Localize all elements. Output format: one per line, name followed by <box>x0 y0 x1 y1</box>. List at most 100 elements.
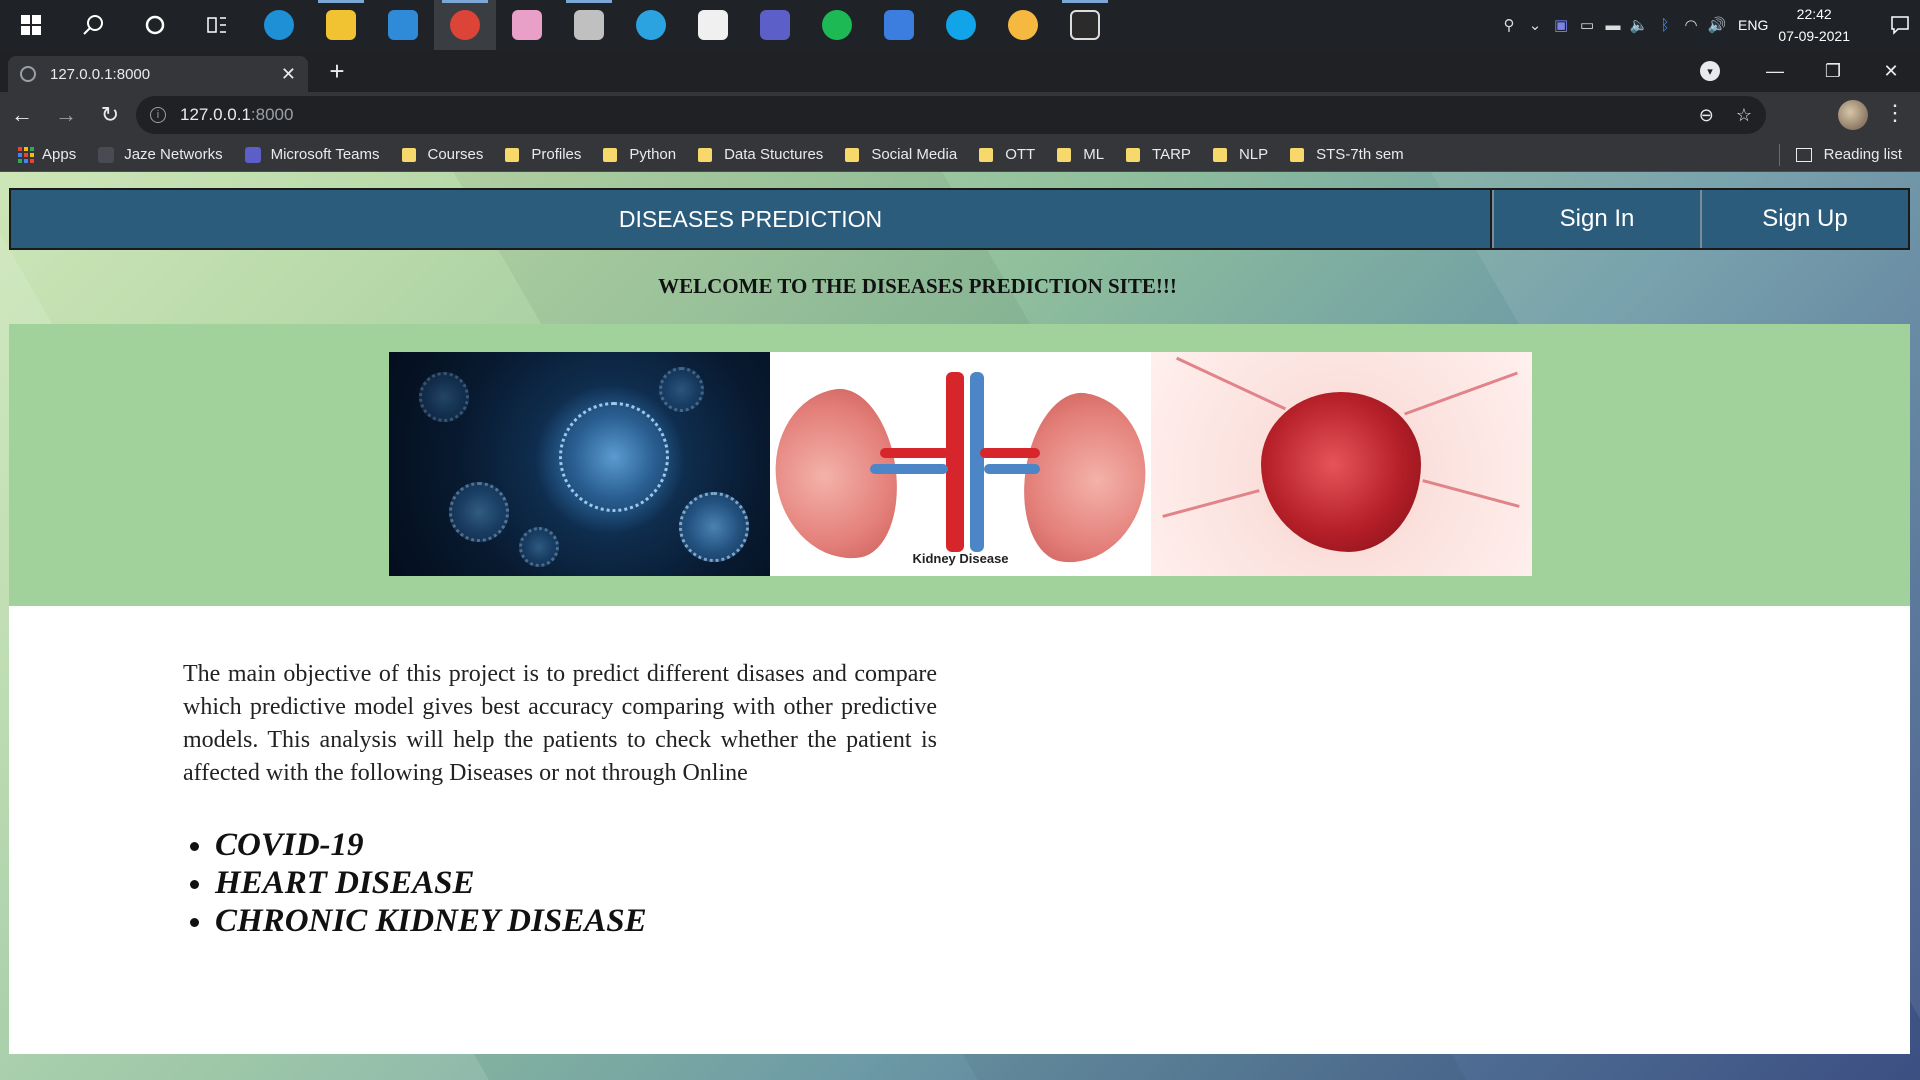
new-tab-button[interactable]: + <box>322 56 352 86</box>
zoom-icon[interactable]: ⊖ <box>1699 105 1714 126</box>
taskbar-todo-button[interactable] <box>868 0 930 50</box>
search-icon <box>83 15 103 35</box>
forward-icon[interactable]: → <box>44 95 88 135</box>
bookmark-python[interactable]: Python <box>603 146 676 163</box>
browser-toolbar: ← → ↻ i 127.0.0.1:8000 ⊖ ☆ ⋮ <box>0 92 1920 138</box>
bookmark-tarp[interactable]: TARP <box>1126 146 1191 163</box>
task-view-button[interactable] <box>186 0 248 50</box>
notification-button[interactable] <box>1880 0 1920 50</box>
notification-icon <box>1891 16 1909 35</box>
weather-icon <box>1008 10 1038 40</box>
close-tab-icon[interactable]: ✕ <box>281 64 296 85</box>
reload-icon[interactable]: ↻ <box>88 95 132 135</box>
taskbar-telegram-button[interactable] <box>620 0 682 50</box>
reading-list-icon <box>1795 147 1812 162</box>
taskbar-paint-3d-button[interactable] <box>496 0 558 50</box>
virus-particle <box>679 492 749 562</box>
wifi-icon[interactable]: ◠ <box>1678 0 1704 50</box>
address-bar[interactable]: i 127.0.0.1:8000 ⊖ ☆ <box>136 96 1766 134</box>
bookmark-favicon-icon <box>244 146 261 163</box>
taskbar-teams-button[interactable] <box>744 0 806 50</box>
virus-particle <box>419 372 469 422</box>
bookmark-label: Profiles <box>531 146 582 163</box>
reading-list-label: Reading list <box>1823 146 1902 163</box>
cortana-icon <box>145 15 165 35</box>
bookmark-label: Microsoft Teams <box>270 146 380 163</box>
search-button[interactable] <box>62 0 124 50</box>
tab-search-icon[interactable]: ▾ <box>1700 61 1720 81</box>
clock[interactable]: 22:42 07-09-2021 <box>1778 3 1850 47</box>
store-icon <box>698 10 728 40</box>
bookmark-microsoft-teams[interactable]: Microsoft Teams <box>244 146 380 163</box>
sign-up-link[interactable]: Sign Up <box>1700 190 1908 248</box>
teams-tray-icon[interactable]: ▣ <box>1548 0 1574 50</box>
folder-icon <box>979 147 994 162</box>
cortana-button[interactable] <box>124 0 186 50</box>
taskbar-weather-button[interactable] <box>992 0 1054 50</box>
meet-now-icon[interactable]: ▭ <box>1574 0 1600 50</box>
virus-particle <box>519 527 559 567</box>
chevron-up-icon[interactable]: ⌄ <box>1522 0 1548 50</box>
menu-icon[interactable]: ⋮ <box>1884 100 1906 126</box>
sign-in-link[interactable]: Sign In <box>1492 190 1700 248</box>
back-icon[interactable]: ← <box>0 95 44 135</box>
vena-cava <box>970 372 984 552</box>
taskbar-spotify-button[interactable] <box>806 0 868 50</box>
bookmark-profiles[interactable]: Profiles <box>505 146 581 163</box>
bookmark-ott[interactable]: OTT <box>979 146 1035 163</box>
covid-virus-image <box>389 352 770 576</box>
bluetooth-icon[interactable]: ᛒ <box>1652 0 1678 50</box>
restore-icon[interactable]: ❐ <box>1804 61 1862 82</box>
settings-icon <box>574 10 604 40</box>
people-icon[interactable]: ⚲ <box>1496 0 1522 50</box>
taskbar-store-button[interactable] <box>682 0 744 50</box>
bookmark-label: Jaze Networks <box>124 146 223 163</box>
virus-particle <box>659 367 704 412</box>
language-indicator[interactable]: ENG <box>1738 17 1768 33</box>
speaker-icon[interactable]: 🔈 <box>1626 0 1652 50</box>
start-button[interactable] <box>0 0 62 50</box>
system-tray: ⚲ ⌄ ▣ ▭ ▬ 🔈 ᛒ ◠ 🔊 ENG 22:42 07-09-2021 <box>1496 0 1920 50</box>
profile-avatar[interactable] <box>1838 100 1868 130</box>
tab-title: 127.0.0.1:8000 <box>50 65 151 83</box>
taskbar-chrome-button[interactable] <box>434 0 496 50</box>
bookmark-ml[interactable]: ML <box>1057 146 1104 163</box>
close-window-icon[interactable]: ✕ <box>1862 61 1920 82</box>
bookmark-label: ML <box>1083 146 1105 163</box>
task-view-icon <box>207 17 226 33</box>
bookmark-label: Apps <box>42 146 77 163</box>
volume-icon[interactable]: 🔊 <box>1704 0 1730 50</box>
folder-icon <box>1212 147 1227 162</box>
blood-vessel <box>1404 371 1518 416</box>
browser-tab[interactable]: 127.0.0.1:8000 ✕ <box>8 56 308 92</box>
bookmark-jaze-networks[interactable]: Jaze Networks <box>98 146 223 163</box>
blood-vessel <box>1175 356 1287 411</box>
virus-particle <box>449 482 509 542</box>
objective-paragraph: The main objective of this project is to… <box>183 661 937 786</box>
heart-shape <box>1261 392 1421 552</box>
bookmark-apps[interactable]: Apps <box>18 146 76 163</box>
globe-icon <box>20 66 36 82</box>
bookmark-nlp[interactable]: NLP <box>1212 146 1268 163</box>
bookmark-courses[interactable]: Courses <box>401 146 484 163</box>
taskbar-skype-button[interactable] <box>930 0 992 50</box>
bookmark-label: STS-7th sem <box>1316 146 1404 163</box>
bookmark-data-stuctures[interactable]: Data Stuctures <box>698 146 823 163</box>
telegram-icon <box>636 10 666 40</box>
bookmark-label: Courses <box>427 146 484 163</box>
taskbar-edge-button[interactable] <box>248 0 310 50</box>
taskbar-settings-button[interactable] <box>558 0 620 50</box>
minimize-icon[interactable]: — <box>1746 61 1804 82</box>
taskbar-mail-button[interactable] <box>372 0 434 50</box>
disease-item-heart: HEART DISEASE <box>215 864 647 902</box>
taskbar-file-explorer-button[interactable] <box>310 0 372 50</box>
bookmark-social-media[interactable]: Social Media <box>845 146 957 163</box>
taskbar-terminal-button[interactable] <box>1054 0 1116 50</box>
site-navbar: DISEASES PREDICTION Sign In Sign Up <box>9 188 1910 250</box>
battery-icon[interactable]: ▬ <box>1600 0 1626 50</box>
info-icon[interactable]: i <box>150 107 166 123</box>
reading-list-button[interactable]: Reading list <box>1795 146 1902 163</box>
bookmark-star-icon[interactable]: ☆ <box>1736 105 1752 126</box>
site-brand[interactable]: DISEASES PREDICTION <box>11 190 1492 248</box>
bookmark-sts-7th-sem[interactable]: STS-7th sem <box>1290 146 1404 163</box>
